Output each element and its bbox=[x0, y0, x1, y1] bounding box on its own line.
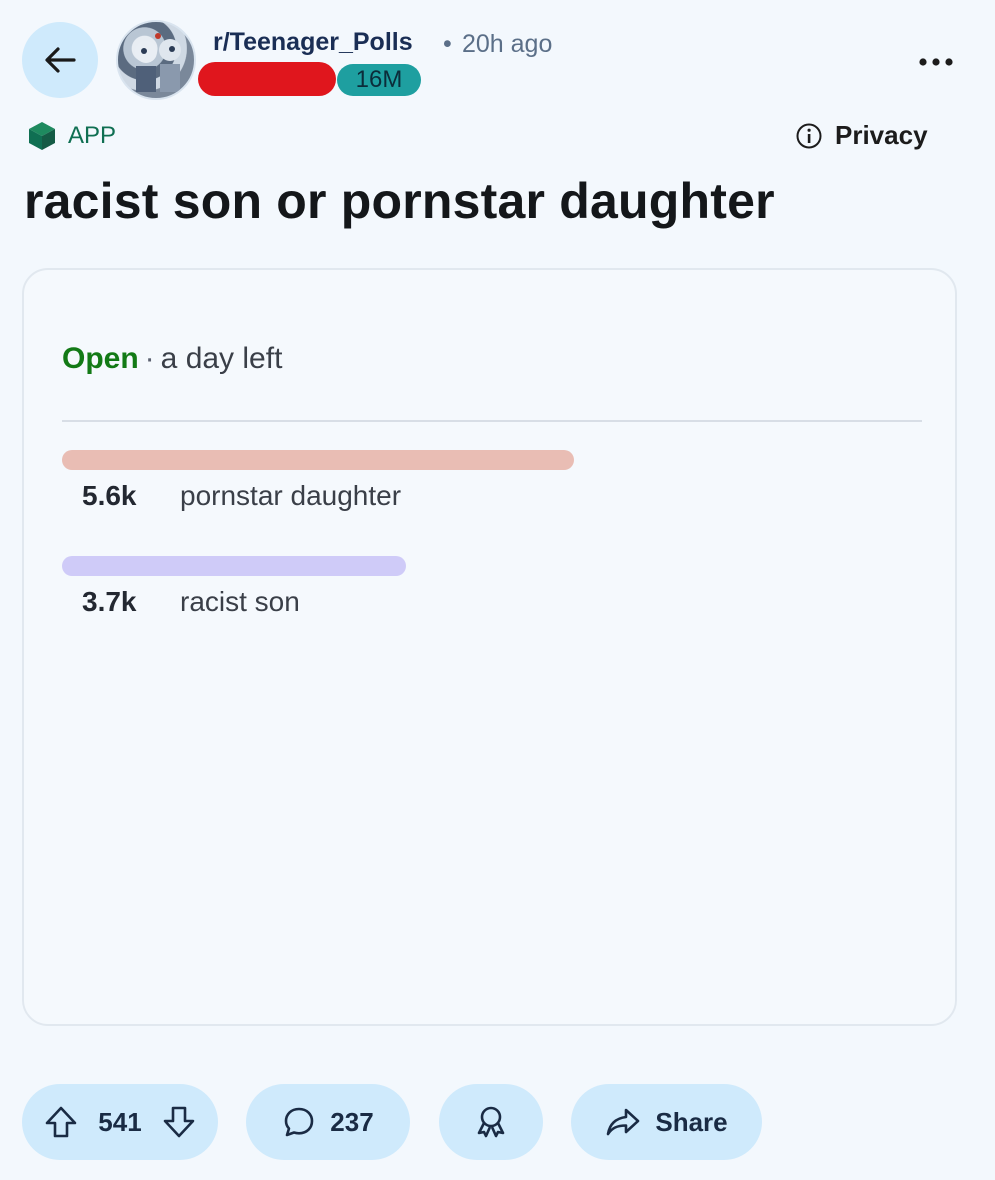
vote-group: 541 bbox=[22, 1084, 218, 1160]
poll-result-bar bbox=[62, 556, 406, 576]
poll-option-label: racist son bbox=[180, 586, 300, 617]
subreddit-name[interactable]: r/Teenager_Polls bbox=[213, 28, 413, 57]
cube-icon bbox=[26, 120, 58, 152]
poll-vote-count: 5.6k bbox=[82, 480, 137, 511]
subreddit-avatar[interactable] bbox=[116, 20, 196, 100]
header-separator: • bbox=[443, 30, 452, 58]
share-arrow-icon bbox=[605, 1106, 641, 1138]
comments-button[interactable]: 237 bbox=[246, 1084, 410, 1160]
privacy-link[interactable]: Privacy bbox=[795, 120, 928, 151]
poll-status-open: Open bbox=[62, 342, 139, 375]
comment-count: 237 bbox=[330, 1106, 374, 1137]
downvote-button[interactable] bbox=[162, 1105, 196, 1139]
ellipsis-icon bbox=[918, 57, 954, 67]
poll-status-separator: · bbox=[144, 342, 155, 375]
share-label: Share bbox=[655, 1106, 728, 1137]
poll-option-label: pornstar daughter bbox=[180, 480, 402, 511]
privacy-label: Privacy bbox=[835, 120, 928, 150]
info-icon bbox=[795, 122, 823, 150]
poll-result-bar bbox=[62, 450, 574, 470]
upvote-arrow-icon bbox=[45, 1106, 77, 1138]
post-time: 20h ago bbox=[462, 30, 553, 58]
poll-time-left: a day left bbox=[160, 342, 283, 375]
poll-vote-count: 3.7k bbox=[82, 586, 137, 617]
arrow-left-icon bbox=[40, 40, 80, 80]
poll-status: Open · a day left bbox=[62, 342, 282, 376]
app-tag-label: APP bbox=[68, 122, 117, 149]
app-tag: APP bbox=[26, 120, 116, 152]
upvote-button[interactable] bbox=[44, 1105, 78, 1139]
redacted-username bbox=[198, 62, 336, 96]
post-title: racist son or pornstar daughter bbox=[24, 173, 775, 229]
back-button[interactable] bbox=[22, 22, 98, 98]
poll-divider bbox=[62, 420, 922, 422]
user-flair-badge: 16M bbox=[337, 64, 421, 96]
poll-option: 3.7k racist son bbox=[62, 556, 922, 618]
award-button[interactable] bbox=[439, 1084, 543, 1160]
share-button[interactable]: Share bbox=[571, 1084, 762, 1160]
comment-icon bbox=[282, 1105, 316, 1139]
award-icon bbox=[473, 1104, 509, 1140]
poll-option: 5.6k pornstar daughter bbox=[62, 450, 922, 512]
upvote-count: 541 bbox=[98, 1106, 142, 1137]
more-options-button[interactable] bbox=[908, 42, 964, 82]
poll-card: Open · a day left 5.6k pornstar daughter 3… bbox=[22, 268, 957, 1026]
downvote-arrow-icon bbox=[163, 1106, 195, 1138]
